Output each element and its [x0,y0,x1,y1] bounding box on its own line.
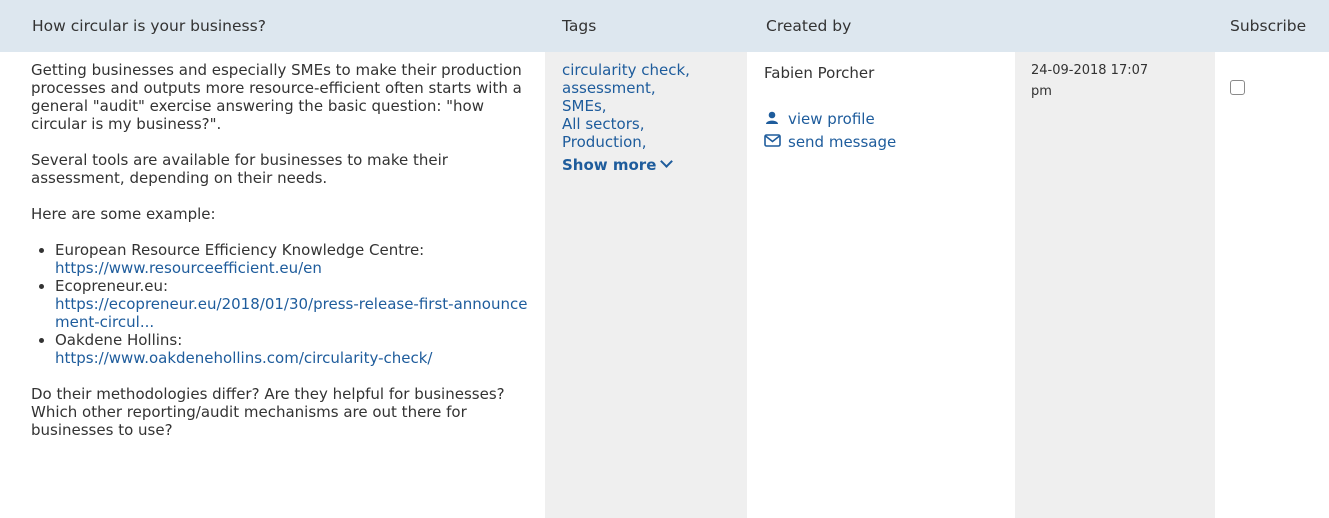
column-header-subscribe: Subscribe [1230,17,1307,35]
send-message-label: send message [788,132,897,151]
example-name: European Resource Efficiency Knowledge C… [55,241,425,259]
example-link[interactable]: https://ecopreneur.eu/2018/01/30/press-r… [55,295,527,331]
column-header-tags: Tags [562,17,597,35]
creator-name: Fabien Porcher [764,64,875,82]
tag-link[interactable]: SMEs, [562,97,742,115]
post-paragraph: Several tools are available for business… [31,151,448,187]
post-paragraph: Do their methodologies differ? Are they … [31,385,505,439]
created-datetime: 24-09-2018 17:07 [1031,63,1149,78]
tags-list: circularity check, assessment, SMEs, All… [562,61,742,174]
show-more-button[interactable]: Show more [562,155,742,174]
post-body: Getting businesses and especially SMEs t… [31,61,536,457]
view-profile-label: view profile [788,110,875,128]
post-paragraph: Here are some example: [31,205,216,223]
creator-info: Fabien Porcher [764,64,874,82]
tag-link[interactable]: assessment, [562,79,742,97]
list-item: Ecopreneur.eu: https://ecopreneur.eu/201… [55,277,536,331]
column-header-question: How circular is your business? [32,17,266,35]
list-item: Oakdene Hollins: https://www.oakdeneholl… [55,331,536,367]
creator-actions: view profile send message [764,108,896,153]
examples-list: European Resource Efficiency Knowledge C… [31,241,536,367]
user-icon [764,109,782,131]
tag-link[interactable]: All sectors, [562,115,742,133]
chevron-down-icon [660,155,674,168]
table-header: How circular is your business? Tags Crea… [0,0,1329,52]
created-ampm: pm [1031,84,1052,99]
subscribe-checkbox[interactable] [1230,80,1245,95]
created-date: 24-09-2018 17:07 pm [1031,60,1201,102]
example-name: Oakdene Hollins: [55,331,183,349]
show-more-label: Show more [562,156,657,174]
example-link[interactable]: https://www.oakdenehollins.com/circulari… [55,349,432,367]
example-name: Ecopreneur.eu: [55,277,169,295]
example-link[interactable]: https://www.resourceefficient.eu/en [55,259,322,277]
tag-link[interactable]: Production, [562,133,742,151]
tag-link[interactable]: circularity check, [562,61,742,79]
post-paragraph: Getting businesses and especially SMEs t… [31,61,522,133]
envelope-icon [764,131,782,153]
send-message-link[interactable]: send message [764,131,896,154]
view-profile-link[interactable]: view profile [764,108,896,131]
column-header-created-by: Created by [766,17,852,35]
list-item: European Resource Efficiency Knowledge C… [55,241,536,277]
date-column-bg [1015,52,1215,518]
